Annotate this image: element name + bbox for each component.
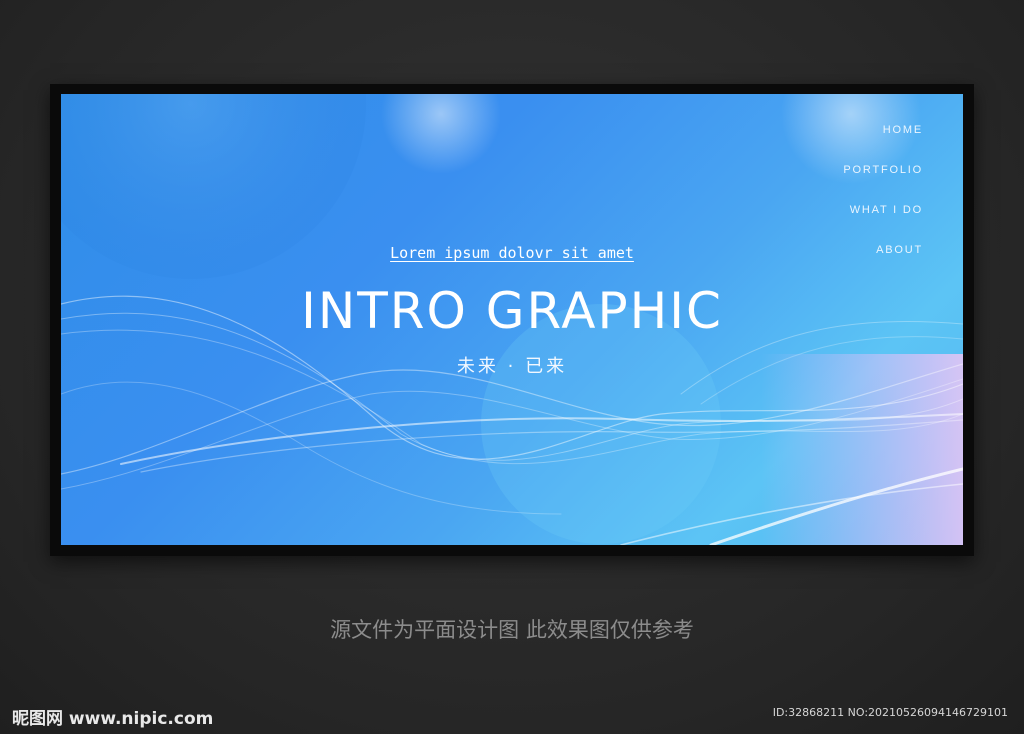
watermark-logo: 昵图网 www.nipic.com <box>12 709 214 729</box>
nav-item-portfolio[interactable]: PORTFOLIO <box>843 164 923 177</box>
nav-item-home[interactable]: HOME <box>843 124 923 137</box>
preview-caption: 源文件为平面设计图 此效果图仅供参考 <box>330 618 694 642</box>
hero-subtitle: 未来 · 已来 <box>456 356 568 377</box>
intro-banner: HOME PORTFOLIO WHAT I DO ABOUT Lorem ips… <box>61 94 963 545</box>
watermark-image-id: ID:32868211 NO:20210526094146729101 <box>772 706 1008 719</box>
hero-title: INTRO GRAPHIC <box>301 282 723 340</box>
hero-tagline-link[interactable]: Lorem ipsum dolovr sit amet <box>61 244 963 262</box>
nav-item-what-i-do[interactable]: WHAT I DO <box>843 204 923 217</box>
